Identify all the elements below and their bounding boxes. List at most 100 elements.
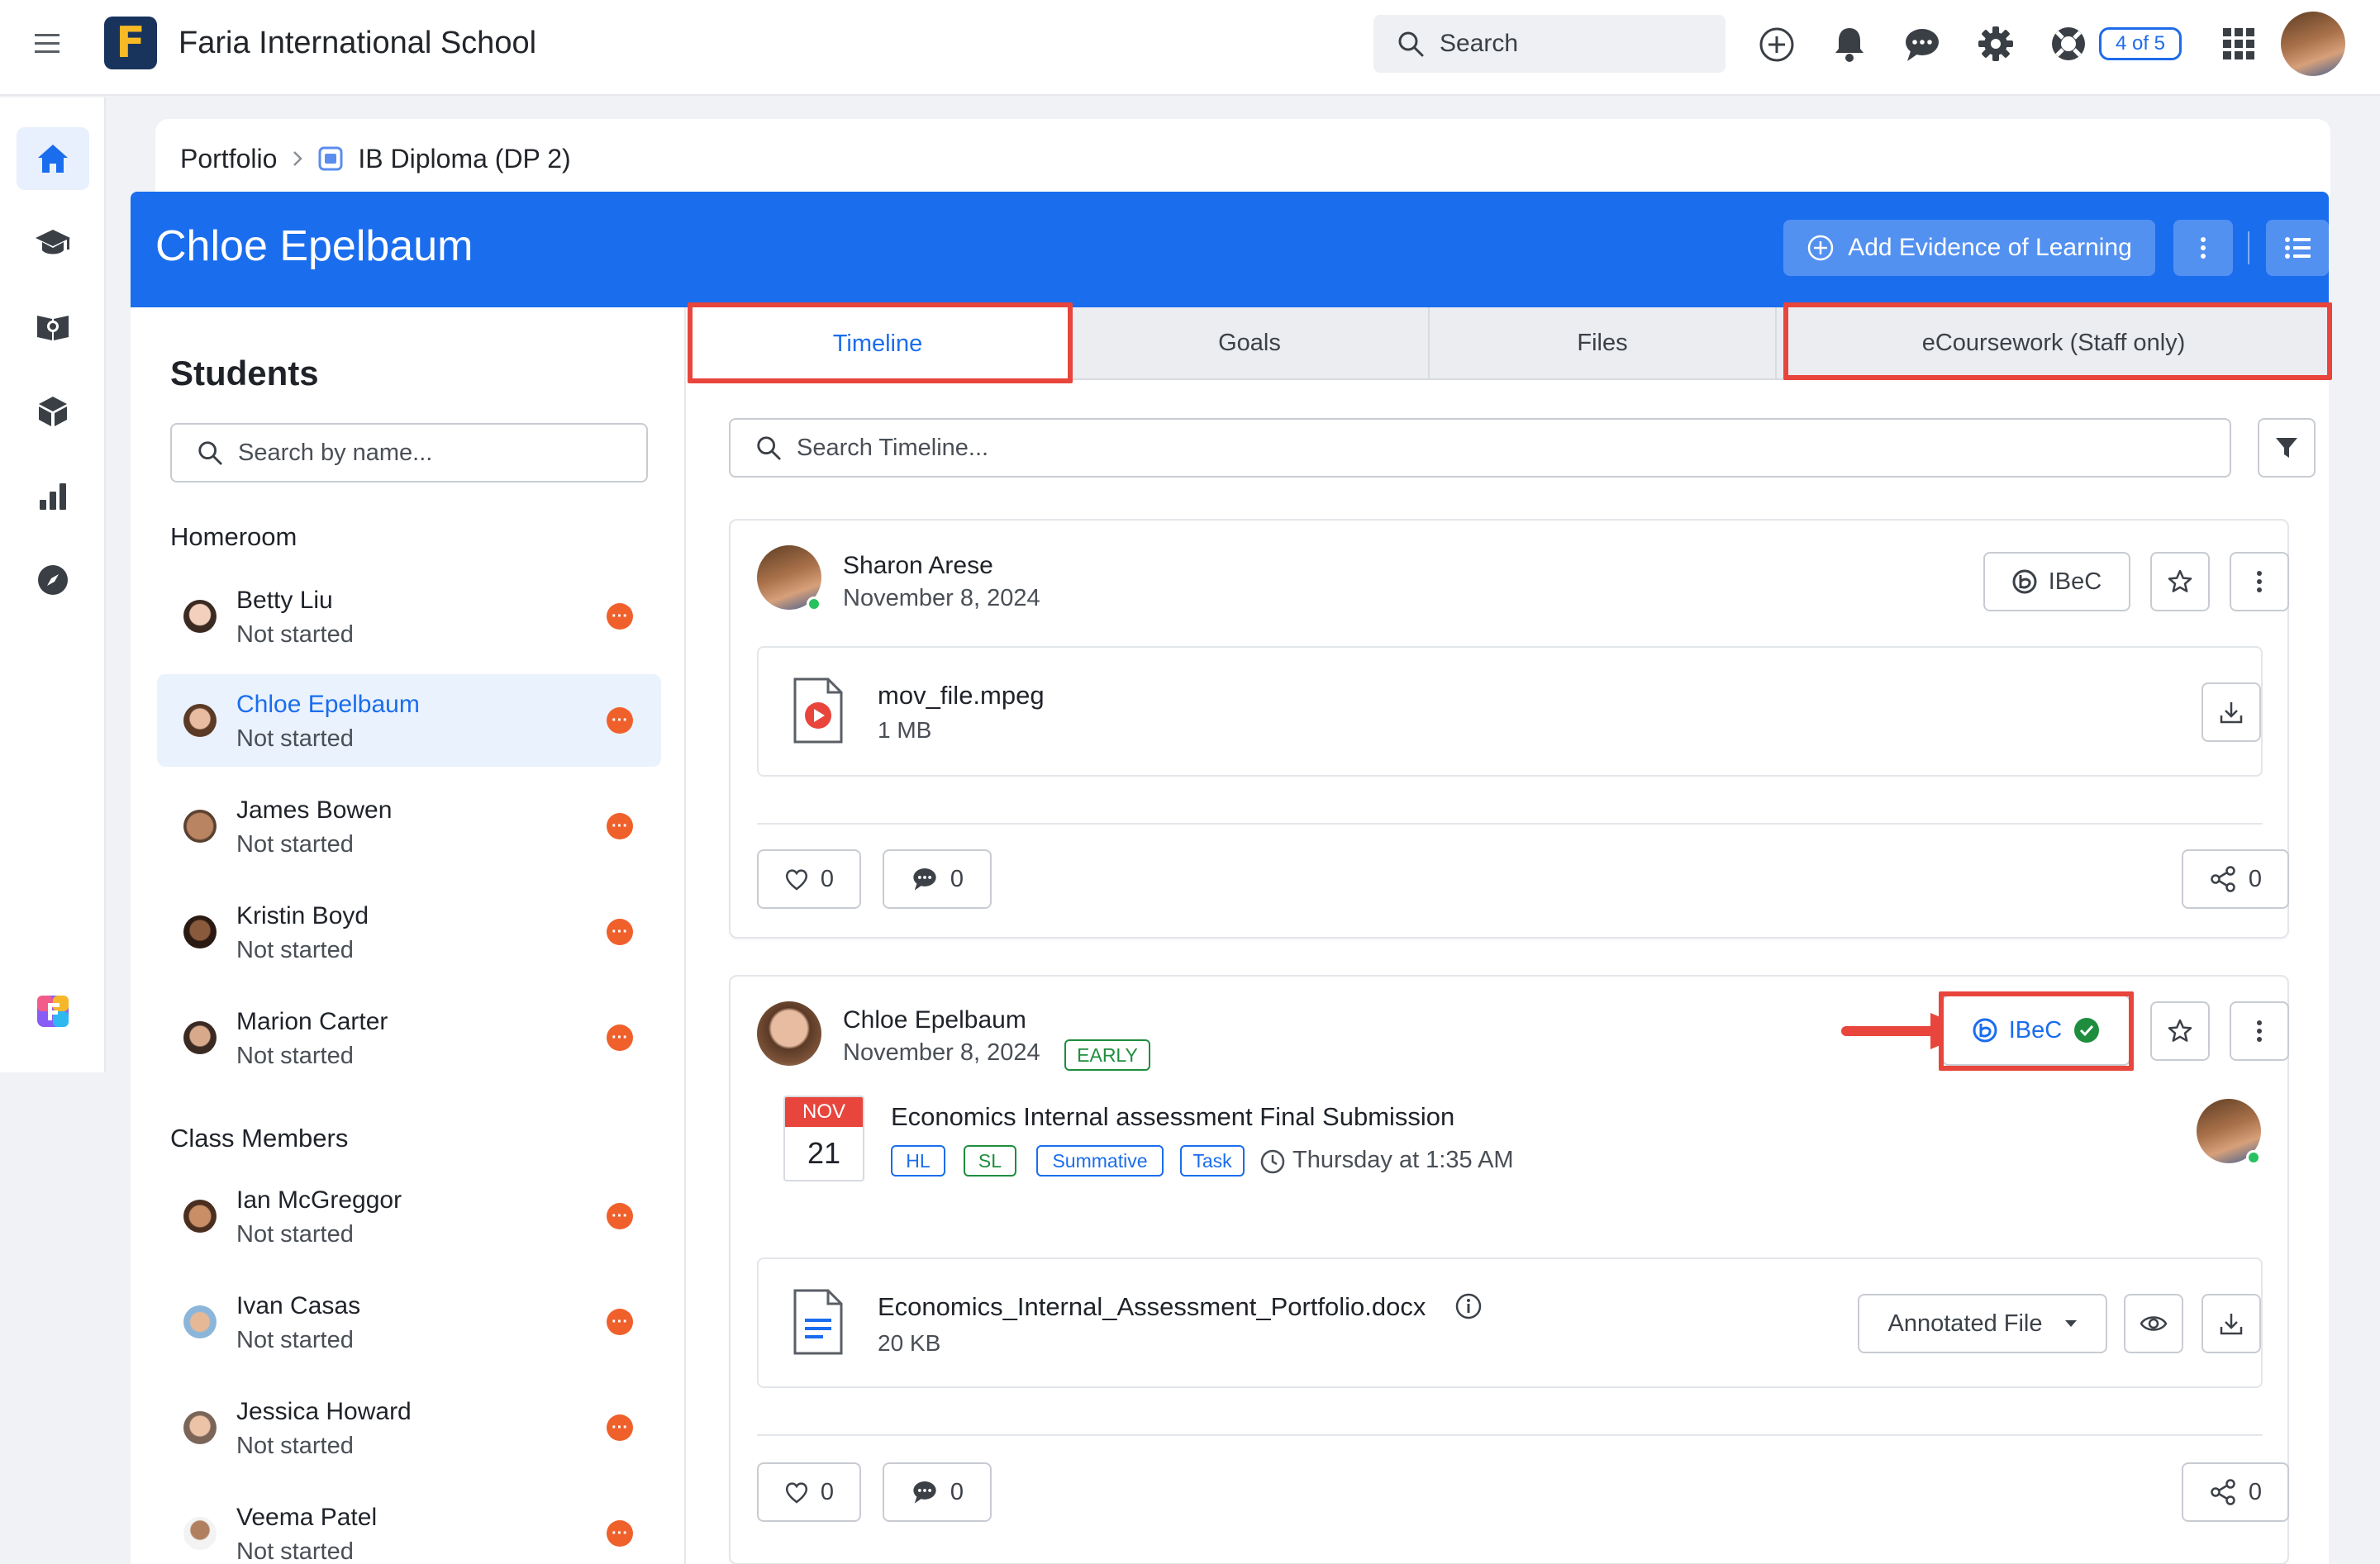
vertical-dots-icon xyxy=(2201,237,2206,259)
filter-button[interactable] xyxy=(2258,418,2316,478)
avatar xyxy=(183,915,217,948)
student-search-input[interactable]: Search by name... xyxy=(170,423,648,483)
nav-home[interactable] xyxy=(17,127,89,190)
ibec-submitted-button[interactable]: IBeC xyxy=(1942,995,2130,1066)
breadcrumb-current[interactable]: IB Diploma (DP 2) xyxy=(358,144,570,174)
student-name: Jessica Howard xyxy=(236,1398,412,1425)
student-list-item[interactable]: James Bowen Not started ··· xyxy=(157,780,661,872)
timeline-post: Chloe Epelbaum November 8, 2024 EARLY IB… xyxy=(729,975,2289,1564)
comment-button[interactable]: 0 xyxy=(883,849,992,909)
tab-timeline[interactable]: Timeline xyxy=(686,307,1069,380)
header-more-button[interactable] xyxy=(2173,220,2233,276)
avatar xyxy=(183,1517,217,1550)
nav-explore[interactable] xyxy=(17,549,89,611)
messages-icon[interactable] xyxy=(1903,26,1941,63)
post-more-button[interactable] xyxy=(2230,1001,2289,1061)
notifications-bell-icon[interactable] xyxy=(1833,25,1866,63)
compass-icon xyxy=(38,565,68,595)
help-lifebuoy-icon[interactable] xyxy=(2049,25,2087,63)
file-size: 20 KB xyxy=(878,1330,941,1356)
annotated-file-dropdown[interactable]: Annotated File xyxy=(1858,1294,2107,1353)
info-icon[interactable] xyxy=(1454,1292,1483,1320)
like-button[interactable]: 0 xyxy=(757,849,861,909)
avatar xyxy=(183,810,217,843)
student-status: Not started xyxy=(236,1327,354,1353)
student-list-item-selected[interactable]: Chloe Epelbaum Not started ··· xyxy=(157,674,661,767)
student-status: Not started xyxy=(236,831,354,858)
ib-logo-icon xyxy=(2012,569,2037,594)
nav-reports[interactable] xyxy=(17,464,89,527)
favorite-button[interactable] xyxy=(2150,1001,2210,1061)
settings-gear-icon[interactable] xyxy=(1977,25,2015,63)
author-avatar xyxy=(757,1001,821,1066)
breadcrumb-portfolio-link[interactable]: Portfolio xyxy=(180,144,277,174)
student-status: Not started xyxy=(236,937,354,963)
download-button[interactable] xyxy=(2202,1294,2261,1353)
author-name: Sharon Arese xyxy=(843,552,993,579)
header-divider xyxy=(2248,231,2249,264)
tab-files[interactable]: Files xyxy=(1430,307,1775,380)
student-list-item[interactable]: Marion Carter Not started ··· xyxy=(157,991,661,1084)
student-list-item[interactable]: Ivan Casas Not started ··· xyxy=(157,1276,661,1368)
school-name: Faria International School xyxy=(178,26,537,60)
student-status: Not started xyxy=(236,725,354,752)
online-status-dot xyxy=(807,597,821,611)
class-calendar-icon xyxy=(318,146,343,171)
student-list-item[interactable]: Veema Patel Not started ··· xyxy=(157,1487,661,1564)
add-evidence-button[interactable]: Add Evidence of Learning xyxy=(1783,220,2155,276)
download-button[interactable] xyxy=(2202,682,2261,742)
file-name[interactable]: Economics_Internal_Assessment_Portfolio.… xyxy=(878,1292,1426,1322)
tab-goals[interactable]: Goals xyxy=(1071,307,1428,380)
favorite-button[interactable] xyxy=(2150,552,2210,611)
student-name: Betty Liu xyxy=(236,587,333,614)
comment-button[interactable]: 0 xyxy=(883,1462,992,1522)
like-button[interactable]: 0 xyxy=(757,1462,861,1522)
nav-academics[interactable] xyxy=(17,212,89,274)
school-logo[interactable]: F xyxy=(104,17,157,69)
bar-chart-icon xyxy=(40,483,66,510)
ibec-button[interactable]: IBeC xyxy=(1983,552,2130,611)
student-list-item[interactable]: Ian McGreggor Not started ··· xyxy=(157,1170,661,1262)
tab-ecoursework[interactable]: eCoursework (Staff only) xyxy=(1777,307,2330,380)
avatar xyxy=(183,1200,217,1233)
due-date-calendar: NOV 21 xyxy=(783,1096,864,1181)
student-name: James Bowen xyxy=(236,796,393,824)
attachment-file[interactable]: mov_file.mpeg 1 MB xyxy=(757,646,2263,777)
class-members-label: Class Members xyxy=(170,1124,349,1153)
vertical-dots-icon xyxy=(2257,571,2262,592)
share-button[interactable]: 0 xyxy=(2182,1462,2289,1522)
attachment-file[interactable]: Economics_Internal_Assessment_Portfolio.… xyxy=(757,1257,2263,1388)
task-title[interactable]: Economics Internal assessment Final Subm… xyxy=(891,1102,1454,1132)
avatar xyxy=(183,600,217,633)
nav-faria-apps[interactable] xyxy=(17,980,89,1043)
share-button[interactable]: 0 xyxy=(2182,849,2289,909)
apps-grid-icon[interactable] xyxy=(2223,28,2254,59)
add-circle-icon[interactable] xyxy=(1759,26,1795,63)
list-view-button[interactable] xyxy=(2266,220,2329,276)
student-list-item[interactable]: Kristin Boyd Not started ··· xyxy=(157,886,661,978)
student-list-item[interactable]: Jessica Howard Not started ··· xyxy=(157,1381,661,1474)
nav-library[interactable] xyxy=(17,296,89,359)
timeline-search-input[interactable]: Search Timeline... xyxy=(729,418,2231,478)
user-avatar[interactable] xyxy=(2281,12,2345,76)
count-badge[interactable]: 4 of 5 xyxy=(2099,27,2182,60)
cube-icon xyxy=(39,397,67,426)
menu-icon[interactable] xyxy=(35,31,61,56)
student-status: Not started xyxy=(236,1538,354,1564)
list-icon xyxy=(2285,237,2311,259)
status-badge: ··· xyxy=(607,707,633,734)
student-name: Kristin Boyd xyxy=(236,902,369,929)
file-name[interactable]: mov_file.mpeg xyxy=(878,681,1045,711)
graduation-cap-icon xyxy=(36,230,70,254)
document-file-icon xyxy=(792,1287,845,1357)
homeroom-label: Homeroom xyxy=(170,522,298,551)
preview-button[interactable] xyxy=(2124,1294,2183,1353)
student-header: Chloe Epelbaum Add Evidence of Learning xyxy=(131,192,2329,307)
file-size: 1 MB xyxy=(878,717,932,743)
student-list-item[interactable]: Betty Liu Not started ··· xyxy=(157,570,661,663)
post-more-button[interactable] xyxy=(2230,552,2289,611)
nav-resources[interactable] xyxy=(17,380,89,443)
student-name: Ivan Casas xyxy=(236,1292,361,1319)
status-badge: ··· xyxy=(607,1024,633,1051)
global-search-input[interactable]: Search xyxy=(1373,15,1726,73)
